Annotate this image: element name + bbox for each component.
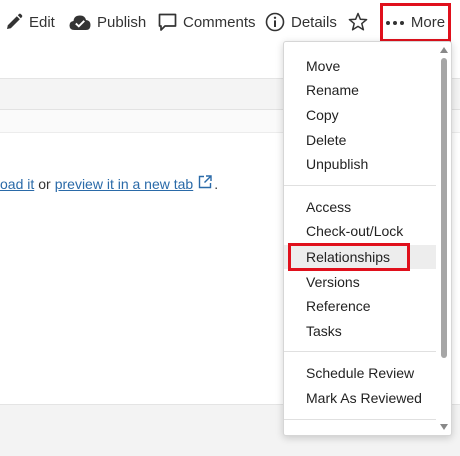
edit-button[interactable]: Edit [5,9,55,35]
ellipsis-icon [385,20,404,25]
menu-divider [284,185,436,186]
menu-item-delete[interactable]: Delete [284,128,436,152]
connector-text: or [38,175,51,192]
scrollbar-thumb[interactable] [441,58,447,358]
scroll-down-arrow-icon[interactable] [440,424,448,430]
trailing-period: . [214,175,219,192]
menu-item-rename[interactable]: Rename [284,78,436,102]
menu-scrollbar[interactable] [438,44,450,433]
scroll-up-arrow-icon[interactable] [440,47,448,53]
menu-item-mark-as-reviewed[interactable]: Mark As Reviewed [284,386,436,410]
toolbar: Edit Publish Comments Details More [0,0,460,44]
menu-item-access[interactable]: Access [284,195,436,219]
preview-link[interactable]: preview it in a new tab [55,176,194,192]
menu-divider [284,419,436,420]
menu-item-reference[interactable]: Reference [284,294,436,318]
favorite-button[interactable] [348,9,368,35]
details-button[interactable]: Details [265,9,337,35]
menu-item-unpublish[interactable]: Unpublish [284,152,436,176]
menu-item-schedule-review[interactable]: Schedule Review [284,361,436,385]
more-button[interactable]: More [380,3,451,42]
menu-item-tasks[interactable]: Tasks [284,319,436,343]
cloud-check-icon [69,14,91,31]
content-line: oad it or preview it in a new tab . [0,175,218,192]
more-label: More [410,14,446,31]
comment-bubble-icon [158,13,177,32]
download-link[interactable]: oad it [0,176,34,192]
menu-item-check-out-lock[interactable]: Check-out/Lock [284,219,436,243]
pencil-icon [5,13,23,31]
publish-label: Publish [97,13,147,31]
menu-item-versions[interactable]: Versions [284,270,436,294]
comments-button[interactable]: Comments [158,9,256,35]
menu-item-copy[interactable]: Copy [284,103,436,127]
edit-label: Edit [29,13,55,31]
star-icon [348,12,368,32]
menu-item-move[interactable]: Move [284,54,436,78]
menu-item-relationships[interactable]: Relationships [284,245,436,269]
menu-divider [284,351,436,352]
more-dropdown-menu: Move Rename Copy Delete Unpublish Access… [283,41,452,436]
comments-label: Comments [183,13,256,31]
details-label: Details [291,13,337,31]
info-icon [265,12,285,32]
publish-button[interactable]: Publish [69,9,146,35]
external-link-icon[interactable] [198,175,212,192]
